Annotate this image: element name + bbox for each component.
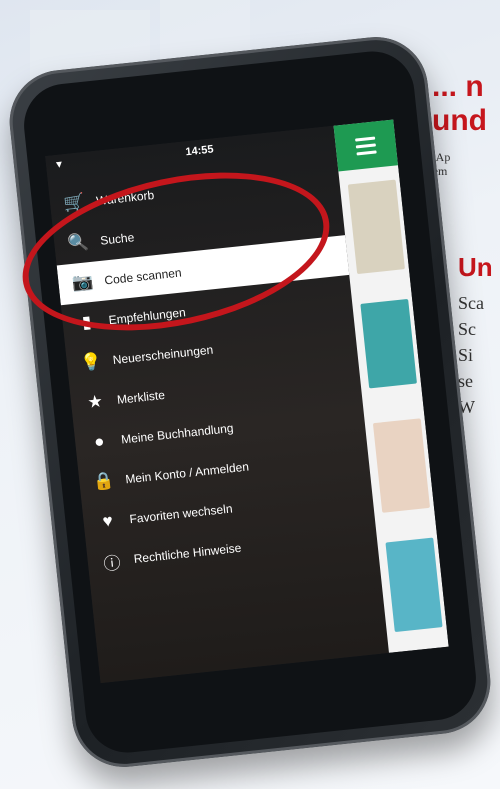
- menu-item-label: Neuerscheinungen: [112, 342, 214, 368]
- book-cover[interactable]: [360, 298, 417, 389]
- info-icon: ⓘ: [102, 552, 122, 574]
- menu-item-label: Favoriten wechseln: [128, 501, 234, 527]
- status-time: 14:55: [184, 143, 215, 159]
- wifi-icon: ▼: [53, 159, 65, 172]
- menu-item-label: Merkliste: [116, 387, 166, 407]
- phone-bezel: ▼ 14:55 🛒 Warenkorb 🔍 Suche 📷 Code scann…: [19, 47, 481, 757]
- location-pin-icon: ●: [93, 431, 106, 452]
- lock-icon: 🔒: [91, 470, 115, 492]
- menu-item-label: Mein Konto / Anmelden: [124, 459, 250, 487]
- hamburger-menu-icon[interactable]: [355, 136, 377, 159]
- smartphone: ▼ 14:55 🛒 Warenkorb 🔍 Suche 📷 Code scann…: [4, 31, 496, 773]
- menu-item-label: Meine Buchhandlung: [120, 420, 235, 447]
- lightbulb-icon: 💡: [79, 351, 103, 373]
- app-top-bar: [333, 119, 399, 172]
- book-cover[interactable]: [372, 418, 431, 513]
- book-cover[interactable]: [347, 179, 405, 275]
- menu-item-label: Rechtliche Hinweise: [133, 540, 242, 566]
- heart-icon: ♥: [101, 511, 114, 532]
- star-icon: ★: [86, 391, 104, 412]
- book-cover[interactable]: [385, 537, 443, 633]
